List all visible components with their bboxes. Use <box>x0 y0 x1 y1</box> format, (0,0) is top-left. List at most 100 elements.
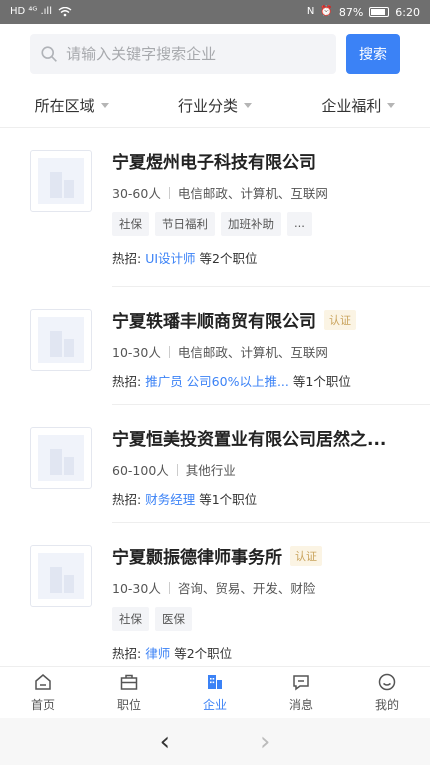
company-size: 10-30人 <box>112 345 161 360</box>
company-logo <box>30 309 92 371</box>
company-size: 60-100人 <box>112 463 169 478</box>
hot-count: 等1个职位 <box>199 492 258 507</box>
hot-job-link[interactable]: UI设计师 <box>145 251 195 266</box>
company-industry: 其他行业 <box>185 463 236 478</box>
welfare-tags: 社保 节日福利 加班补助 ... <box>112 212 400 236</box>
status-bar: HD ⁴ᴳ .ıll N ⏰ 87% 6:20 <box>0 0 430 24</box>
company-card[interactable]: 宁夏颢振德律师事务所 认证 10-30人 咨询、贸易、开发、财险 社保 医保 热… <box>0 523 430 666</box>
building-placeholder-icon <box>38 158 84 204</box>
battery-percent: 87% <box>338 5 364 19</box>
filter-industry[interactable]: 行业分类 <box>178 95 252 116</box>
welfare-tag: 节日福利 <box>155 212 215 236</box>
company-meta: 10-30人 咨询、贸易、开发、财险 <box>112 578 400 597</box>
divider <box>168 345 170 358</box>
filter-welfare[interactable]: 企业福利 <box>321 95 396 116</box>
hot-jobs: 热招: UI设计师 等2个职位 <box>112 248 400 267</box>
welfare-tag: 医保 <box>155 607 192 631</box>
hot-count: 等2个职位 <box>174 646 233 661</box>
caret-down-icon <box>100 103 109 108</box>
company-industry: 电信邮政、计算机、互联网 <box>177 345 328 360</box>
back-icon[interactable]: ‹ <box>160 729 170 755</box>
building-icon <box>208 675 222 689</box>
welfare-tags: 社保 医保 <box>112 607 400 631</box>
building-placeholder-icon <box>38 317 84 363</box>
tab-label: 我的 <box>374 698 399 712</box>
tab-label: 消息 <box>288 698 313 712</box>
tab-profile[interactable]: 我的 <box>357 672 417 713</box>
company-name: 宁夏恒美投资置业有限公司居然之... <box>112 430 387 450</box>
company-name: 宁夏轶璠丰顺商贸有限公司 <box>112 312 316 332</box>
caret-down-icon <box>244 103 252 108</box>
company-meta: 60-100人 其他行业 <box>112 460 400 479</box>
message-icon <box>293 675 309 691</box>
search-field[interactable] <box>30 34 336 74</box>
hot-count: 等1个职位 <box>292 374 351 389</box>
filter-bar: 所在区域 行业分类 企业福利 <box>0 84 430 128</box>
filter-label: 行业分类 <box>177 97 238 115</box>
hot-count: 等2个职位 <box>199 251 258 266</box>
hot-job-link[interactable]: 推广员 公司60%以上推... <box>145 374 289 389</box>
divider <box>168 581 170 594</box>
hot-label: 热招: <box>112 492 142 507</box>
hot-jobs: 热招: 律师 等2个职位 <box>112 643 400 662</box>
tab-messages[interactable]: 消息 <box>271 672 331 713</box>
company-card[interactable]: 宁夏煜州电子科技有限公司 30-60人 电信邮政、计算机、互联网 社保 节日福利… <box>0 128 430 287</box>
system-nav-bar: ‹ › <box>0 718 430 765</box>
tab-label: 职位 <box>116 698 141 712</box>
welfare-tag-more: ... <box>287 212 312 236</box>
building-placeholder-icon <box>38 553 84 599</box>
hot-job-link[interactable]: 财务经理 <box>145 492 195 507</box>
welfare-tag: 社保 <box>112 212 149 236</box>
search-icon <box>41 46 57 62</box>
search-button[interactable]: 搜索 <box>346 34 400 74</box>
building-placeholder-icon <box>38 435 84 481</box>
company-logo <box>30 545 92 607</box>
tab-jobs[interactable]: 职位 <box>99 672 159 713</box>
clock: 6:20 <box>395 5 420 19</box>
company-card[interactable]: 宁夏恒美投资置业有限公司居然之... 60-100人 其他行业 热招: 财务经理… <box>0 405 430 523</box>
search-bar: 搜索 <box>0 24 430 84</box>
hot-jobs: 热招: 推广员 公司60%以上推... 等1个职位 <box>112 371 400 390</box>
company-size: 30-60人 <box>112 186 161 201</box>
caret-down-icon <box>387 103 396 108</box>
filter-label: 企业福利 <box>321 97 382 115</box>
company-size: 10-30人 <box>112 581 161 596</box>
filter-label: 所在区域 <box>34 97 95 115</box>
verified-badge: 认证 <box>290 545 322 566</box>
tab-companies[interactable]: 企业 <box>185 672 245 713</box>
signal-icon: HD ⁴ᴳ .ıll <box>10 6 52 17</box>
hot-label: 热招: <box>112 251 142 266</box>
home-icon <box>35 674 51 690</box>
tab-label: 首页 <box>30 698 55 712</box>
company-industry: 电信邮政、计算机、互联网 <box>177 186 328 201</box>
search-input[interactable] <box>66 45 326 63</box>
hot-label: 热招: <box>112 374 142 389</box>
company-logo <box>30 427 92 489</box>
welfare-tag: 加班补助 <box>221 212 281 236</box>
battery-icon <box>369 7 390 17</box>
hot-job-link[interactable]: 律师 <box>145 646 170 661</box>
bottom-tab-bar: 首页 职位 企业 消息 我的 <box>0 666 430 718</box>
tab-home[interactable]: 首页 <box>13 672 73 713</box>
company-name: 宁夏颢振德律师事务所 <box>112 548 282 568</box>
divider <box>168 186 170 199</box>
nfc-icon: N <box>306 6 315 17</box>
briefcase-icon <box>120 674 138 690</box>
hot-jobs: 热招: 财务经理 等1个职位 <box>112 489 400 508</box>
profile-icon <box>378 673 396 691</box>
hot-label: 热招: <box>112 646 142 661</box>
company-card[interactable]: 宁夏轶璠丰顺商贸有限公司 认证 10-30人 电信邮政、计算机、互联网 热招: … <box>0 287 430 405</box>
company-name: 宁夏煜州电子科技有限公司 <box>112 153 316 173</box>
tab-label: 企业 <box>202 698 227 712</box>
filter-region[interactable]: 所在区域 <box>35 95 109 116</box>
wifi-icon <box>58 7 72 17</box>
company-list: 宁夏煜州电子科技有限公司 30-60人 电信邮政、计算机、互联网 社保 节日福利… <box>0 128 430 666</box>
forward-icon[interactable]: › <box>260 729 270 755</box>
alarm-icon: ⏰ <box>320 6 333 17</box>
divider <box>176 463 178 476</box>
verified-badge: 认证 <box>324 309 356 330</box>
company-logo <box>30 150 92 212</box>
company-meta: 30-60人 电信邮政、计算机、互联网 <box>112 183 400 202</box>
company-industry: 咨询、贸易、开发、财险 <box>177 581 316 596</box>
welfare-tag: 社保 <box>112 607 149 631</box>
